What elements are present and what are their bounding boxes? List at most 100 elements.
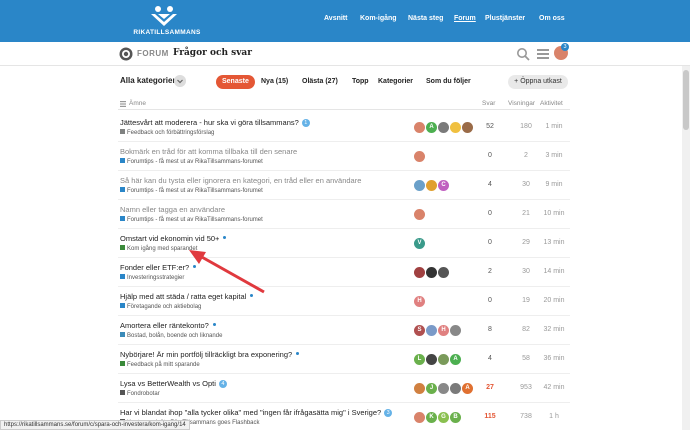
- topic-category[interactable]: Investeringsstrategier: [120, 274, 184, 281]
- topic-category[interactable]: Företagande och aktiebolag: [120, 303, 201, 310]
- category-dropdown[interactable]: Alla kategorier: [120, 76, 176, 85]
- poster-avatar[interactable]: [462, 122, 473, 133]
- activity-time[interactable]: 36 min: [538, 355, 570, 362]
- column-topic[interactable]: Ämne: [129, 100, 146, 107]
- poster-avatar[interactable]: [450, 122, 461, 133]
- topic-row[interactable]: Amortera eller räntekonto? Bostad, bolån,…: [118, 317, 570, 345]
- poster-avatar[interactable]: [414, 151, 425, 162]
- topic-row[interactable]: Så här kan du tysta eller ignorera en ka…: [118, 172, 570, 200]
- topic-category[interactable]: Forumtips - få mest ut av RikaTillsamman…: [120, 158, 263, 165]
- poster-avatar[interactable]: [426, 325, 437, 336]
- filter-tab-3[interactable]: Topp: [346, 75, 375, 89]
- reply-count[interactable]: 52: [478, 123, 502, 130]
- nav-link-5[interactable]: Om oss: [539, 15, 565, 22]
- topic-title[interactable]: Omstart vid ekonomin vid 50+: [120, 234, 227, 243]
- category-name[interactable]: Bostad, bolån, boende och liknande: [127, 333, 222, 339]
- activity-time[interactable]: 1 h: [538, 413, 570, 420]
- category-name[interactable]: Fondrobotar: [127, 391, 160, 397]
- poster-avatar[interactable]: A: [426, 122, 437, 133]
- column-activity[interactable]: Aktivitet: [540, 100, 563, 107]
- poster-avatar[interactable]: [414, 122, 425, 133]
- topic-category[interactable]: Feedback och förbättringsförslag: [120, 129, 214, 136]
- topic-title[interactable]: Så här kan du tysta eller ignorera en ka…: [120, 176, 361, 185]
- topic-title-text[interactable]: Lysa vs BetterWealth vs Opti: [120, 379, 216, 388]
- poster-avatar[interactable]: [438, 354, 449, 365]
- poster-avatar[interactable]: A: [450, 354, 461, 365]
- reply-count[interactable]: 27: [478, 384, 502, 391]
- category-name[interactable]: Forumtips - få mest ut av RikaTillsamman…: [127, 159, 263, 165]
- reply-count[interactable]: 0: [478, 152, 502, 159]
- poster-avatar[interactable]: [450, 325, 461, 336]
- column-views[interactable]: Visningar: [508, 100, 535, 107]
- topic-title[interactable]: Fonder eller ETF:er?: [120, 263, 197, 272]
- topic-title[interactable]: Har vi blandat ihop "alla tycker olika" …: [120, 408, 393, 417]
- poster-avatar[interactable]: [450, 383, 461, 394]
- category-name[interactable]: Kom igång med sparandet: [127, 246, 197, 252]
- filter-tab-5[interactable]: Som du följer: [420, 75, 477, 89]
- topic-title-text[interactable]: Bokmärk en tråd för att komma tillbaka t…: [120, 147, 297, 156]
- topic-category[interactable]: Feedback på mitt sparande: [120, 361, 200, 368]
- topic-title-text[interactable]: Fonder eller ETF:er?: [120, 263, 189, 272]
- nav-link-3[interactable]: Forum: [454, 15, 476, 22]
- topic-row[interactable]: Omstart vid ekonomin vid 50+ Kom igång me…: [118, 230, 570, 258]
- topic-title-text[interactable]: Nybörjare! Är min portfölj tillräckligt …: [120, 350, 292, 359]
- topic-title[interactable]: Namn eller tagga en användare: [120, 205, 225, 214]
- unread-count-badge[interactable]: 3: [384, 409, 393, 417]
- hamburger-menu-icon[interactable]: [536, 47, 550, 61]
- search-icon[interactable]: [516, 47, 530, 61]
- poster-avatar[interactable]: [438, 267, 449, 278]
- poster-avatar[interactable]: H: [438, 325, 449, 336]
- topic-title[interactable]: Hjälp med att städa / ratta eget kapital: [120, 292, 254, 301]
- topic-row[interactable]: Nybörjare! Är min portfölj tillräckligt …: [118, 346, 570, 374]
- poster-avatar[interactable]: [414, 209, 425, 220]
- reply-count[interactable]: 4: [478, 355, 502, 362]
- nav-link-2[interactable]: Nästa steg: [408, 15, 443, 22]
- poster-avatar[interactable]: L: [414, 354, 425, 365]
- filter-tab-4[interactable]: Kategorier: [372, 75, 419, 89]
- nav-link-4[interactable]: Plustjänster: [485, 15, 525, 22]
- column-replies[interactable]: Svar: [482, 100, 495, 107]
- activity-time[interactable]: 32 min: [538, 326, 570, 333]
- activity-time[interactable]: 9 min: [538, 181, 570, 188]
- reply-count[interactable]: 0: [478, 297, 502, 304]
- topic-title-text[interactable]: Så här kan du tysta eller ignorera en ka…: [120, 176, 361, 185]
- poster-avatar[interactable]: S: [414, 325, 425, 336]
- topic-category[interactable]: Bostad, bolån, boende och liknande: [120, 332, 222, 339]
- topic-row[interactable]: Fonder eller ETF:er? Investeringsstrategi…: [118, 259, 570, 287]
- poster-avatar[interactable]: [414, 383, 425, 394]
- topic-title[interactable]: Nybörjare! Är min portfölj tillräckligt …: [120, 350, 300, 359]
- poster-avatar[interactable]: C: [438, 180, 449, 191]
- poster-avatar[interactable]: [438, 383, 449, 394]
- poster-avatar[interactable]: B: [450, 412, 461, 423]
- category-name[interactable]: Feedback och förbättringsförslag: [127, 130, 214, 136]
- poster-avatar[interactable]: [426, 267, 437, 278]
- reply-count[interactable]: 4: [478, 181, 502, 188]
- topic-title-text[interactable]: Omstart vid ekonomin vid 50+: [120, 234, 219, 243]
- poster-avatar[interactable]: [426, 180, 437, 191]
- filter-tab-0[interactable]: Senaste: [216, 75, 255, 89]
- poster-avatar[interactable]: [426, 354, 437, 365]
- poster-avatar[interactable]: [438, 122, 449, 133]
- poster-avatar[interactable]: [414, 267, 425, 278]
- topic-title[interactable]: Amortera eller räntekonto?: [120, 321, 216, 330]
- reply-count[interactable]: 0: [478, 239, 502, 246]
- topic-title-text[interactable]: Amortera eller räntekonto?: [120, 321, 209, 330]
- topic-category[interactable]: Fondrobotar: [120, 390, 160, 397]
- activity-time[interactable]: 42 min: [538, 384, 570, 391]
- reply-count[interactable]: 2: [478, 268, 502, 275]
- topic-row[interactable]: Lysa vs BetterWealth vs Opti 4 Fondrobotar…: [118, 375, 570, 403]
- activity-time[interactable]: 3 min: [538, 152, 570, 159]
- scrollbar-thumb[interactable]: [683, 70, 689, 130]
- activity-time[interactable]: 20 min: [538, 297, 570, 304]
- open-draft-button[interactable]: + Öppna utkast: [508, 75, 568, 89]
- topic-row[interactable]: Bokmärk en tråd för att komma tillbaka t…: [118, 143, 570, 171]
- topic-title[interactable]: Bokmärk en tråd för att komma tillbaka t…: [120, 147, 297, 156]
- activity-time[interactable]: 1 min: [538, 123, 570, 130]
- topic-title[interactable]: Jättesvårt att moderera - hur ska vi gör…: [120, 118, 310, 127]
- chevron-down-icon[interactable]: [174, 75, 186, 87]
- topic-category[interactable]: Forumtips - få mest ut av RikaTillsamman…: [120, 216, 263, 223]
- poster-avatar[interactable]: J: [426, 383, 437, 394]
- poster-avatar[interactable]: V: [414, 238, 425, 249]
- topic-title-text[interactable]: Jättesvårt att moderera - hur ska vi gör…: [120, 118, 299, 127]
- poster-avatar[interactable]: K: [426, 412, 437, 423]
